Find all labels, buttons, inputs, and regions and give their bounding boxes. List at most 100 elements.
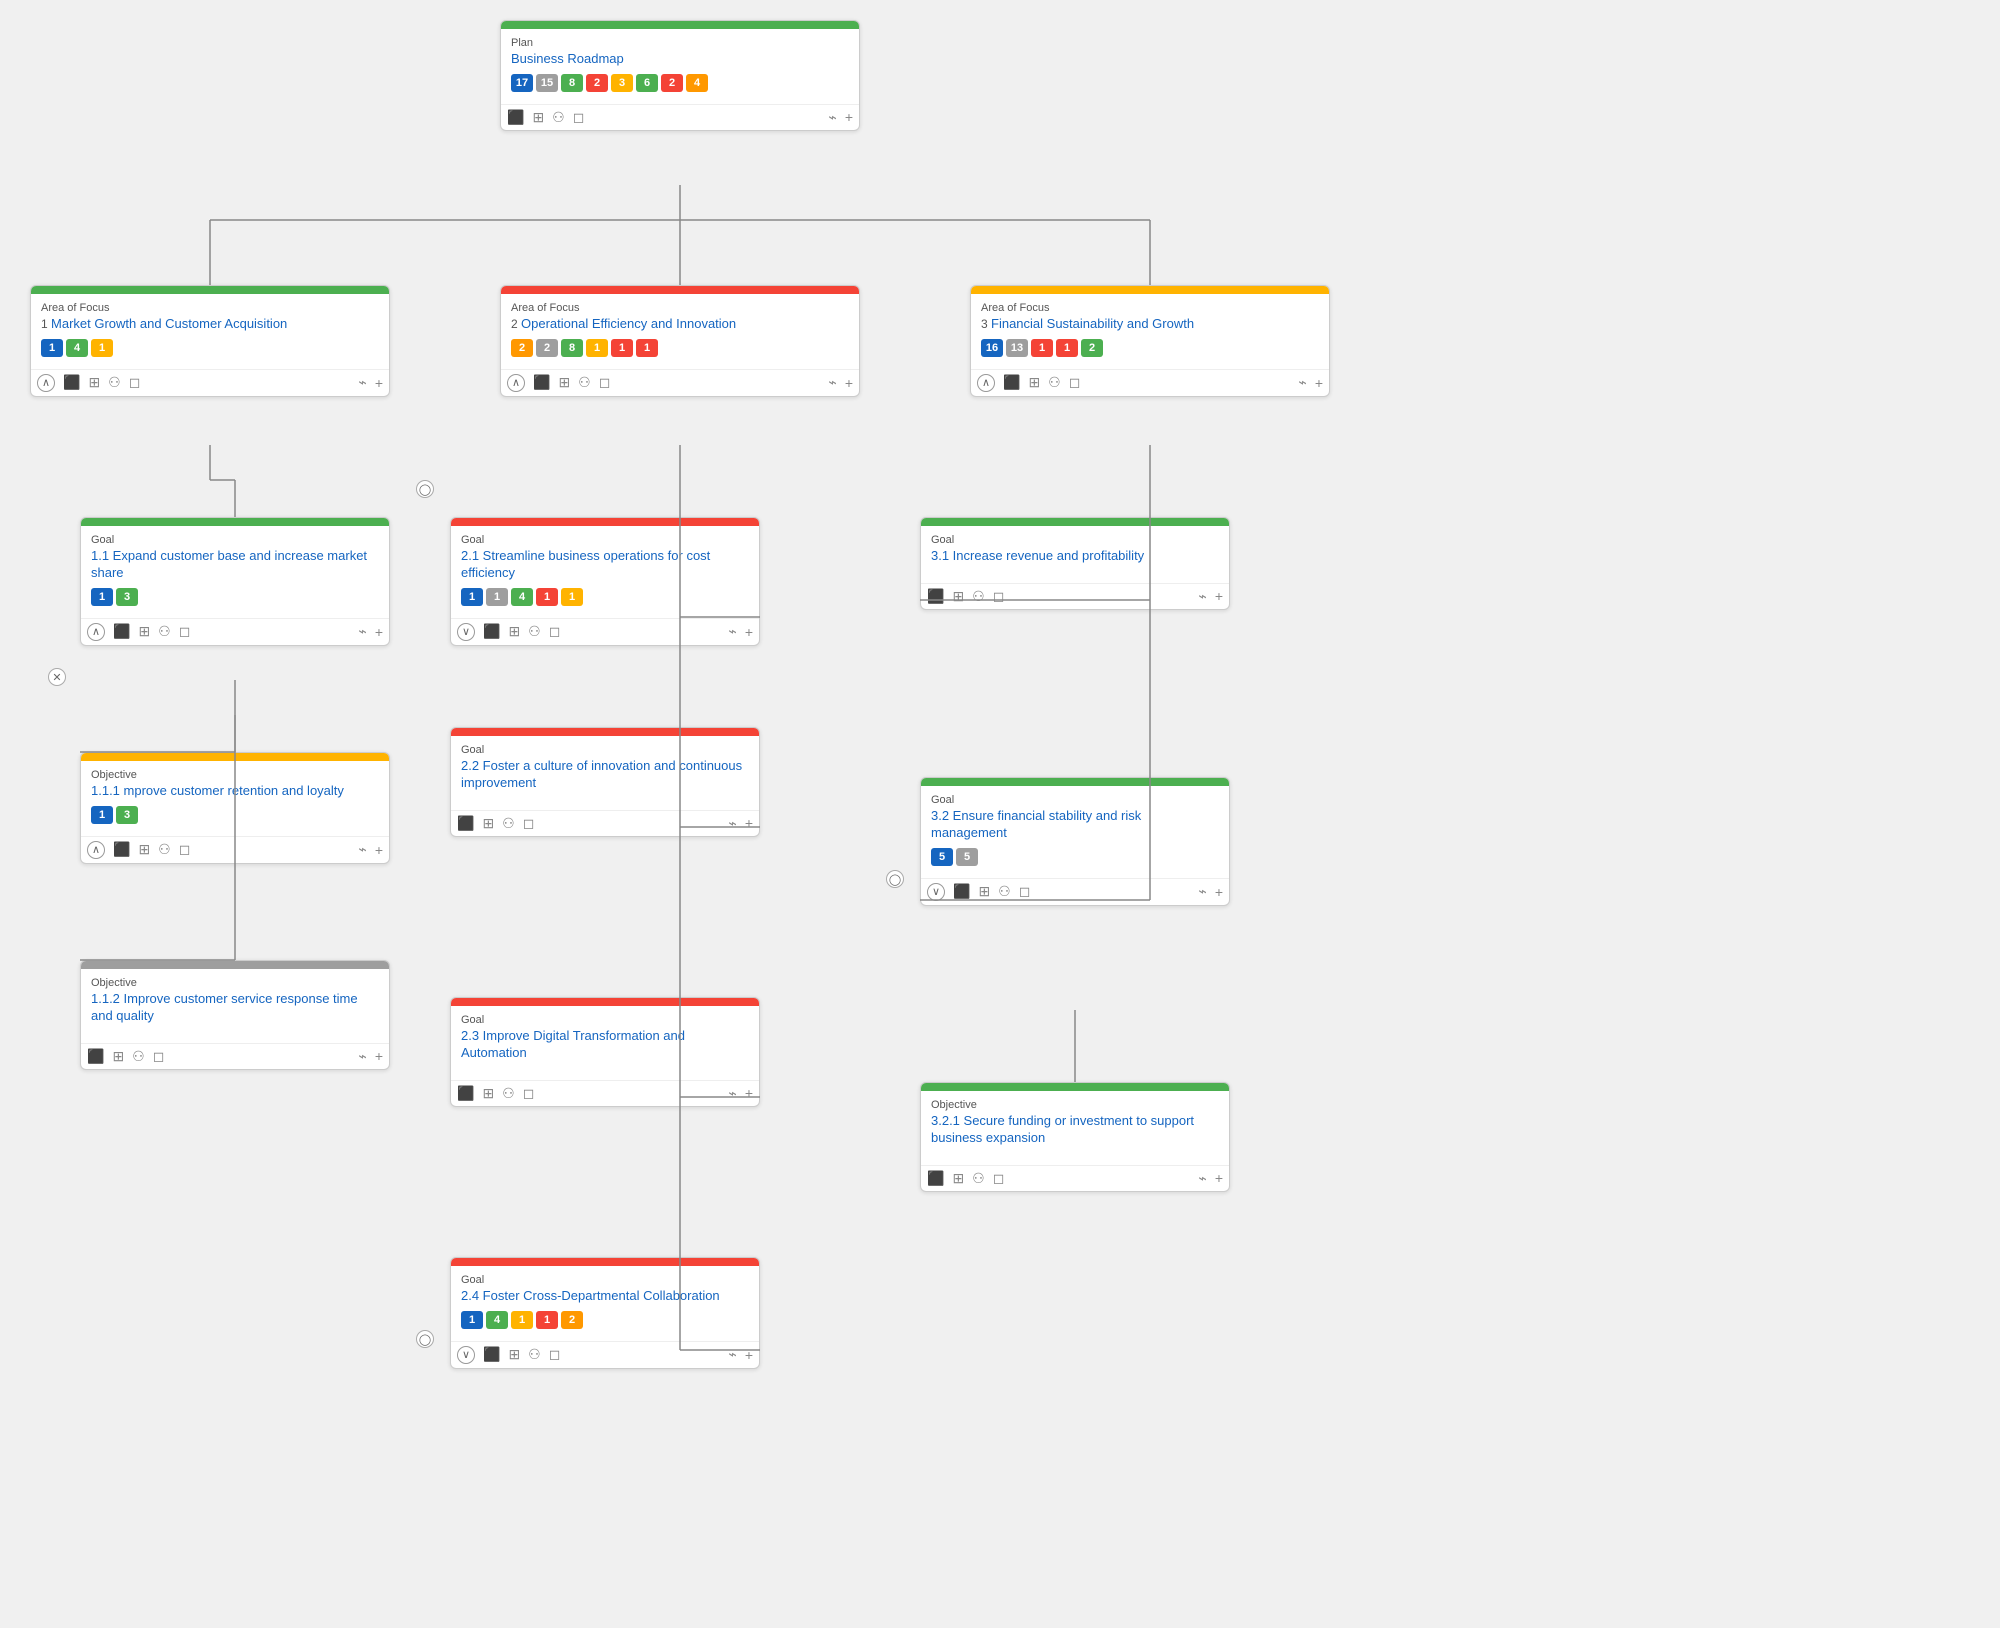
area3-chart-icon[interactable]: ⬛: [1003, 374, 1020, 391]
goal-1-1-calendar-icon[interactable]: ⊞: [138, 623, 150, 640]
goal-1-1-expand-btn[interactable]: ✕: [48, 668, 66, 686]
area2-link-icon[interactable]: ⌁: [828, 374, 836, 391]
area1-link-icon[interactable]: ⌁: [358, 374, 366, 391]
goal-2-1-add-icon[interactable]: +: [745, 624, 753, 640]
area3-add-icon[interactable]: +: [1315, 375, 1323, 391]
plan-title: Business Roadmap: [511, 51, 849, 68]
obj-3-2-1-chat-icon[interactable]: ◻: [993, 1170, 1005, 1187]
area1-calendar-icon[interactable]: ⊞: [88, 374, 100, 391]
goal-3-2-calendar-icon[interactable]: ⊞: [978, 883, 990, 900]
goal-3-2-people-icon[interactable]: ⚇: [998, 883, 1011, 900]
area2-collapse-btn[interactable]: ∧: [507, 374, 525, 392]
obj-3-2-1-add-icon[interactable]: +: [1215, 1170, 1223, 1186]
goal-1-1-link-icon[interactable]: ⌁: [358, 623, 366, 640]
goal-2-4-chat-icon[interactable]: ◻: [549, 1346, 561, 1363]
obj-3-2-1-link-icon[interactable]: ⌁: [1198, 1170, 1206, 1187]
goal-2-4-expand-btn[interactable]: ◯: [416, 1330, 434, 1348]
add-icon[interactable]: +: [845, 109, 853, 125]
goal-2-2-chart-icon[interactable]: ⬛: [457, 815, 474, 832]
obj-1-1-1-link-icon[interactable]: ⌁: [358, 841, 366, 858]
obj-1-1-1-collapse-btn[interactable]: ∧: [87, 841, 105, 859]
area3-people-icon[interactable]: ⚇: [1048, 374, 1061, 391]
goal-2-3-chart-icon[interactable]: ⬛: [457, 1085, 474, 1102]
obj-1-1-2-calendar-icon[interactable]: ⊞: [112, 1048, 124, 1065]
goal-3-1-chat-icon[interactable]: ◻: [993, 588, 1005, 605]
link-icon[interactable]: ⌁: [828, 109, 836, 126]
goal-3-2-collapse-btn[interactable]: ∨: [927, 883, 945, 901]
goal-2-3-add-icon[interactable]: +: [745, 1085, 753, 1101]
goal-1-1-collapse-btn[interactable]: ∧: [87, 623, 105, 641]
goal-2-2-chat-icon[interactable]: ◻: [523, 815, 535, 832]
goal-2-4-calendar-icon[interactable]: ⊞: [508, 1346, 520, 1363]
goal-3-1-people-icon[interactable]: ⚇: [972, 588, 985, 605]
obj-1-1-1-chat-icon[interactable]: ◻: [179, 841, 191, 858]
obj-1-1-2-chart-icon[interactable]: ⬛: [87, 1048, 104, 1065]
goal-2-2-add-icon[interactable]: +: [745, 815, 753, 831]
goal-3-2-chat-icon[interactable]: ◻: [1019, 883, 1031, 900]
people-icon[interactable]: ⚇: [552, 109, 565, 126]
chart-icon[interactable]: ⬛: [507, 109, 524, 126]
goal-2-2-calendar-icon[interactable]: ⊞: [482, 815, 494, 832]
area3-link-icon[interactable]: ⌁: [1298, 374, 1306, 391]
goal-2-4-add-icon[interactable]: +: [745, 1347, 753, 1363]
goal-2-2-link-icon[interactable]: ⌁: [728, 815, 736, 832]
area3-collapse-btn[interactable]: ∧: [977, 374, 995, 392]
goal-3-1-calendar-icon[interactable]: ⊞: [952, 588, 964, 605]
goal-1-1-chart-icon[interactable]: ⬛: [113, 623, 130, 640]
goal-2-3-chat-icon[interactable]: ◻: [523, 1085, 535, 1102]
area1-chat-icon[interactable]: ◻: [129, 374, 141, 391]
goal-2-1-link-icon[interactable]: ⌁: [728, 623, 736, 640]
area1-collapse-btn[interactable]: ∧: [37, 374, 55, 392]
area1-chart-icon[interactable]: ⬛: [63, 374, 80, 391]
goal-2-4-collapse-btn[interactable]: ∨: [457, 1346, 475, 1364]
goal-3-1-add-icon[interactable]: +: [1215, 588, 1223, 604]
goal-2-3-link-icon[interactable]: ⌁: [728, 1085, 736, 1102]
goal-2-1-chart-icon[interactable]: ⬛: [483, 623, 500, 640]
obj-1-1-1-people-icon[interactable]: ⚇: [158, 841, 171, 858]
area3-badge-3: 1: [1031, 339, 1053, 357]
goal-2-1-chat-icon[interactable]: ◻: [549, 623, 561, 640]
plan-toolbar-right: ⌁ +: [828, 109, 853, 126]
area1-people-icon[interactable]: ⚇: [108, 374, 121, 391]
chat-icon[interactable]: ◻: [573, 109, 585, 126]
goal-2-1-calendar-icon[interactable]: ⊞: [508, 623, 520, 640]
goal-2-1-body: Goal 2.1 Streamline business operations …: [451, 526, 759, 618]
obj-1-1-1-add-icon[interactable]: +: [375, 842, 383, 858]
area2-expand-btn[interactable]: ◯: [416, 480, 434, 498]
obj-1-1-1-calendar-icon[interactable]: ⊞: [138, 841, 150, 858]
goal-2-3-people-icon[interactable]: ⚇: [502, 1085, 515, 1102]
goal-2-4-link-icon[interactable]: ⌁: [728, 1346, 736, 1363]
goal-3-2-expand-btn[interactable]: ◯: [886, 870, 904, 888]
area1-add-icon[interactable]: +: [375, 375, 383, 391]
goal-3-2-add-icon[interactable]: +: [1215, 884, 1223, 900]
obj-3-2-1-chart-icon[interactable]: ⬛: [927, 1170, 944, 1187]
area3-chat-icon[interactable]: ◻: [1069, 374, 1081, 391]
goal-1-1-add-icon[interactable]: +: [375, 624, 383, 640]
area2-people-icon[interactable]: ⚇: [578, 374, 591, 391]
goal-2-1-collapse-btn[interactable]: ∨: [457, 623, 475, 641]
goal-2-4-chart-icon[interactable]: ⬛: [483, 1346, 500, 1363]
obj-1-1-2-chat-icon[interactable]: ◻: [153, 1048, 165, 1065]
obj-3-2-1-people-icon[interactable]: ⚇: [972, 1170, 985, 1187]
obj-3-2-1-calendar-icon[interactable]: ⊞: [952, 1170, 964, 1187]
goal-3-1-link-icon[interactable]: ⌁: [1198, 588, 1206, 605]
goal-2-4-people-icon[interactable]: ⚇: [528, 1346, 541, 1363]
goal-2-3-calendar-icon[interactable]: ⊞: [482, 1085, 494, 1102]
area2-chat-icon[interactable]: ◻: [599, 374, 611, 391]
area3-calendar-icon[interactable]: ⊞: [1028, 374, 1040, 391]
area2-add-icon[interactable]: +: [845, 375, 853, 391]
obj-1-1-2-add-icon[interactable]: +: [375, 1048, 383, 1064]
goal-1-1-chat-icon[interactable]: ◻: [179, 623, 191, 640]
area2-chart-icon[interactable]: ⬛: [533, 374, 550, 391]
goal-3-2-link-icon[interactable]: ⌁: [1198, 883, 1206, 900]
calendar-icon[interactable]: ⊞: [532, 109, 544, 126]
obj-1-1-2-people-icon[interactable]: ⚇: [132, 1048, 145, 1065]
area2-calendar-icon[interactable]: ⊞: [558, 374, 570, 391]
goal-2-2-people-icon[interactable]: ⚇: [502, 815, 515, 832]
obj-1-1-2-link-icon[interactable]: ⌁: [358, 1048, 366, 1065]
goal-1-1-people-icon[interactable]: ⚇: [158, 623, 171, 640]
goal-3-2-chart-icon[interactable]: ⬛: [953, 883, 970, 900]
obj-1-1-1-chart-icon[interactable]: ⬛: [113, 841, 130, 858]
goal-3-1-chart-icon[interactable]: ⬛: [927, 588, 944, 605]
goal-2-1-people-icon[interactable]: ⚇: [528, 623, 541, 640]
